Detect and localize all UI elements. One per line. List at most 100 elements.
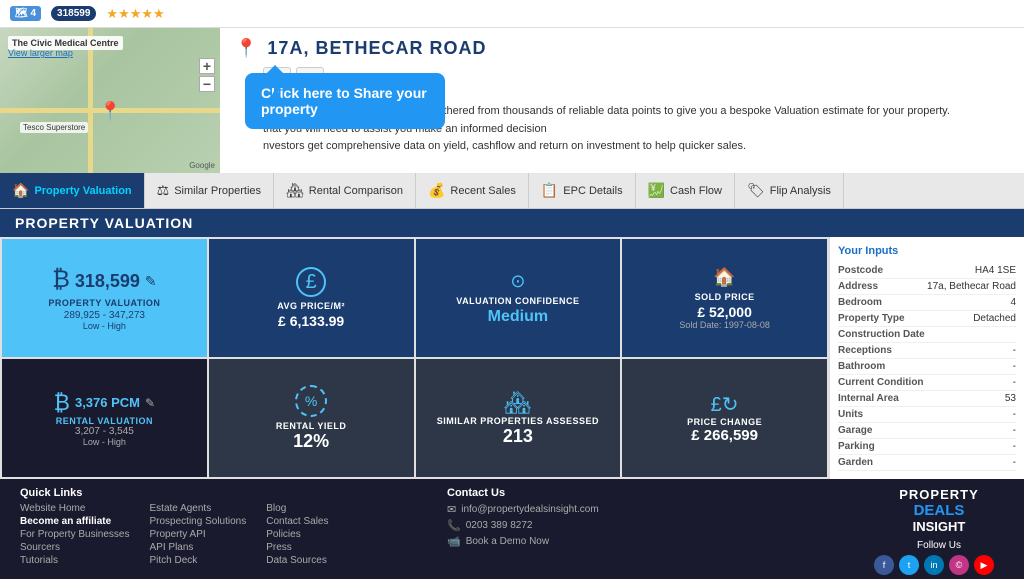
youtube-icon[interactable]: ▶	[974, 555, 994, 575]
epc-details-icon: 📋	[541, 182, 558, 199]
footer-link[interactable]: Tutorials	[20, 555, 130, 566]
footer-link[interactable]: Property API	[150, 529, 247, 540]
input-row: Receptions-	[838, 343, 1016, 359]
address-title: 17A, BETHECAR ROAD	[267, 38, 486, 59]
recent-sales-icon: 💰	[428, 182, 445, 199]
quick-links-title: Quick Links	[20, 487, 417, 499]
input-row: Property Type Detached	[838, 311, 1016, 327]
property-valuation-icon: 🏠	[12, 182, 29, 199]
input-val: -	[1013, 377, 1016, 388]
rental-pcm-value: 3,376 PCM	[75, 395, 140, 410]
brand-logo: PROPERTY DEALS INSIGHT	[874, 487, 1004, 534]
metrics-inputs-row: ₿ 318,599 ✎ PROPERTY VALUATION 289,925 -…	[0, 237, 1024, 479]
linkedin-icon[interactable]: in	[924, 555, 944, 575]
rental-valuation-range: 3,207 - 3,545	[75, 426, 134, 437]
tab-cash-flow-label: Cash Flow	[670, 185, 722, 197]
footer-link[interactable]: Press	[266, 542, 328, 553]
input-row: Internal Area53	[838, 391, 1016, 407]
price-change-label: PRICE CHANGE	[687, 417, 762, 427]
contact-demo-row: 📹 Book a Demo Now	[447, 535, 844, 548]
rental-yield-value: 12%	[293, 431, 329, 452]
tab-similar-properties[interactable]: ⚖ Similar Properties	[145, 173, 274, 208]
input-key: Address	[838, 281, 878, 292]
valuation-confidence-label: VALUATION CONFIDENCE	[456, 296, 579, 306]
top-bar: 🗺 4 318599 ★★★★★	[0, 0, 1024, 28]
input-row: PostcodeHA4 1SE	[838, 263, 1016, 279]
footer-link[interactable]: Pitch Deck	[150, 555, 247, 566]
input-key: Postcode	[838, 265, 883, 276]
map-sublabel[interactable]: View larger map	[8, 48, 73, 58]
contact-demo[interactable]: Book a Demo Now	[466, 536, 549, 547]
footer-link[interactable]: Sourcers	[20, 542, 130, 553]
zoom-in-button[interactable]: +	[199, 58, 215, 74]
social-icons: f t in © ▶	[874, 555, 1004, 575]
twitter-icon[interactable]: t	[899, 555, 919, 575]
footer-link[interactable]: Estate Agents	[150, 503, 247, 514]
input-key: Bathroom	[838, 361, 885, 372]
your-inputs-panel: Your Inputs PostcodeHA4 1SEAddress17a, B…	[829, 237, 1024, 479]
zoom-out-button[interactable]: −	[199, 76, 215, 92]
flip-analysis-icon: 🏷	[747, 182, 765, 199]
metric-property-valuation: ₿ 318,599 ✎ PROPERTY VALUATION 289,925 -…	[2, 239, 207, 357]
footer-col3: Blog Contact Sales Policies Press Data Sourc…	[266, 503, 328, 568]
metric-avg-price: £ AVG PRICE/M² £ 6,133.99	[209, 239, 414, 357]
tab-property-valuation[interactable]: 🏠 Property Valuation	[0, 173, 145, 208]
input-val: -	[1013, 441, 1016, 452]
tab-epc-details-label: EPC Details	[563, 185, 622, 197]
similar-assessed-label: SIMILAR PROPERTIES ASSESSED	[437, 416, 599, 426]
facebook-icon[interactable]: f	[874, 555, 894, 575]
rental-valuation-edit-icon[interactable]: ✎	[145, 396, 155, 410]
tab-similar-properties-label: Similar Properties	[174, 185, 261, 197]
input-val: 4	[1010, 297, 1016, 308]
footer-link[interactable]: For Property Businesses	[20, 529, 130, 540]
footer-link[interactable]: API Plans	[150, 542, 247, 553]
input-key: Units	[838, 409, 863, 420]
input-row: Parking-	[838, 439, 1016, 455]
tooltip-arrow: ▲	[265, 80, 287, 106]
valuation-confidence-icon: ⊙	[510, 271, 525, 292]
input-row: Garden-	[838, 455, 1016, 471]
phone-icon: 📞	[447, 519, 461, 532]
tab-flip-analysis-label: Flip Analysis	[770, 185, 831, 197]
rental-valuation-label: RENTAL VALUATION	[56, 416, 153, 426]
input-key: Property Type	[838, 313, 905, 324]
footer: Quick Links Website Home Become an affili…	[0, 479, 1024, 579]
input-val: -	[1013, 425, 1016, 436]
video-icon: 📹	[447, 535, 461, 548]
tab-recent-sales[interactable]: 💰 Recent Sales	[416, 173, 529, 208]
similar-assessed-value: 213	[503, 426, 533, 447]
tab-epc-details[interactable]: 📋 EPC Details	[529, 173, 636, 208]
footer-link[interactable]: Blog	[266, 503, 328, 514]
property-valuation-value: 318,599	[75, 271, 140, 292]
input-row: Current Condition-	[838, 375, 1016, 391]
input-val: Detached	[973, 313, 1016, 324]
tab-cash-flow[interactable]: 💹 Cash Flow	[636, 173, 735, 208]
property-valuation-edit-icon[interactable]: ✎	[145, 273, 157, 290]
input-row: Construction Date	[838, 327, 1016, 343]
instagram-icon[interactable]: ©	[949, 555, 969, 575]
input-key: Garage	[838, 425, 872, 436]
rental-valuation-range-label: Low - High	[83, 437, 126, 447]
footer-link[interactable]: Prospecting Solutions	[150, 516, 247, 527]
avg-price-icon: £	[296, 267, 326, 297]
map-count: 4	[30, 8, 36, 19]
metrics-grid: ₿ 318,599 ✎ PROPERTY VALUATION 289,925 -…	[0, 237, 829, 479]
footer-link[interactable]: Policies	[266, 529, 328, 540]
avg-price-value: £ 6,133.99	[278, 313, 344, 329]
map-pin: 📍	[99, 101, 121, 122]
header-content: 📍 17A, BETHECAR ROAD ⇌ 🖨 ▲ Chick here to…	[220, 28, 1024, 173]
metric-valuation-confidence: ⊙ VALUATION CONFIDENCE Medium	[416, 239, 621, 357]
tab-flip-analysis[interactable]: 🏷 Flip Analysis	[735, 173, 844, 208]
footer-link[interactable]: Contact Sales	[266, 516, 328, 527]
location-icon: 📍	[235, 38, 257, 59]
input-key: Internal Area	[838, 393, 899, 404]
contact-phone-row: 📞 0203 389 8272	[447, 519, 844, 532]
footer-link[interactable]: Become an affiliate	[20, 516, 130, 527]
tab-rental-comparison[interactable]: 🏘 Rental Comparison	[274, 173, 416, 208]
footer-link[interactable]: Data Sources	[266, 555, 328, 566]
input-row: Garage -	[838, 423, 1016, 439]
footer-link[interactable]: Website Home	[20, 503, 130, 514]
valuation-confidence-value: Medium	[488, 308, 548, 326]
input-key: Garden	[838, 457, 873, 468]
property-valuation-metric-icon: ₿	[52, 266, 70, 294]
